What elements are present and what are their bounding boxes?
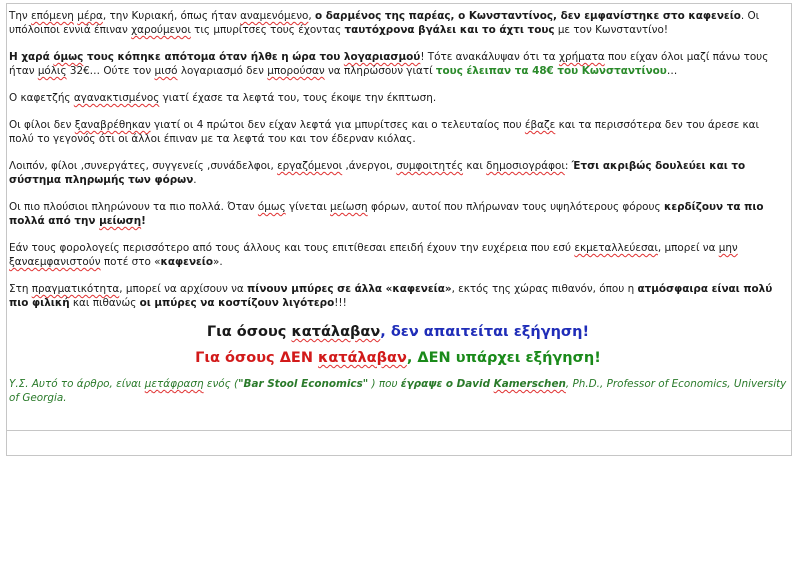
footnote: Υ.Σ. Αυτό το άρθρο, είναι μετάφραση ενός… [9, 378, 787, 404]
paragraph-1: Την επόμενη μέρα, την Κυριακή, όπως ήταν… [9, 10, 760, 36]
paragraph-8: Στη πραγματικότητα, μπορεί να αρχίσουν ν… [9, 283, 773, 309]
paragraph-7: Εάν τους φορολογείς περισσότερο από τους… [9, 242, 738, 268]
table-divider [7, 430, 791, 431]
paragraph-6: Οι πιο πλούσιοι πληρώνουν τα πιο πολλά. … [9, 201, 764, 227]
document-body[interactable]: Την επόμενη μέρα, την Κυριακή, όπως ήταν… [9, 9, 787, 418]
paragraph-4: Οι φίλοι δεν ξαναβρέθηκαν γιατί οι 4 πρώ… [9, 119, 759, 145]
headline-not-understood: Για όσους ΔΕΝ κατάλαβαν, ΔΕΝ υπάρχει εξή… [195, 350, 601, 366]
paragraph-2: Η χαρά όμως τους κόπηκε απότομα όταν ήλθ… [9, 51, 769, 77]
document-frame: Την επόμενη μέρα, την Κυριακή, όπως ήταν… [6, 3, 792, 456]
paragraph-3: Ο καφετζής αγανακτισμένος γιατί έχασε τα… [9, 92, 437, 104]
paragraph-5: Λοιπόν, φίλοι ,συνεργάτες, συγγενείς ,συ… [9, 160, 746, 186]
headline-understood: Για όσους κατάλαβαν, δεν απαιτείται εξήγ… [206, 324, 590, 340]
